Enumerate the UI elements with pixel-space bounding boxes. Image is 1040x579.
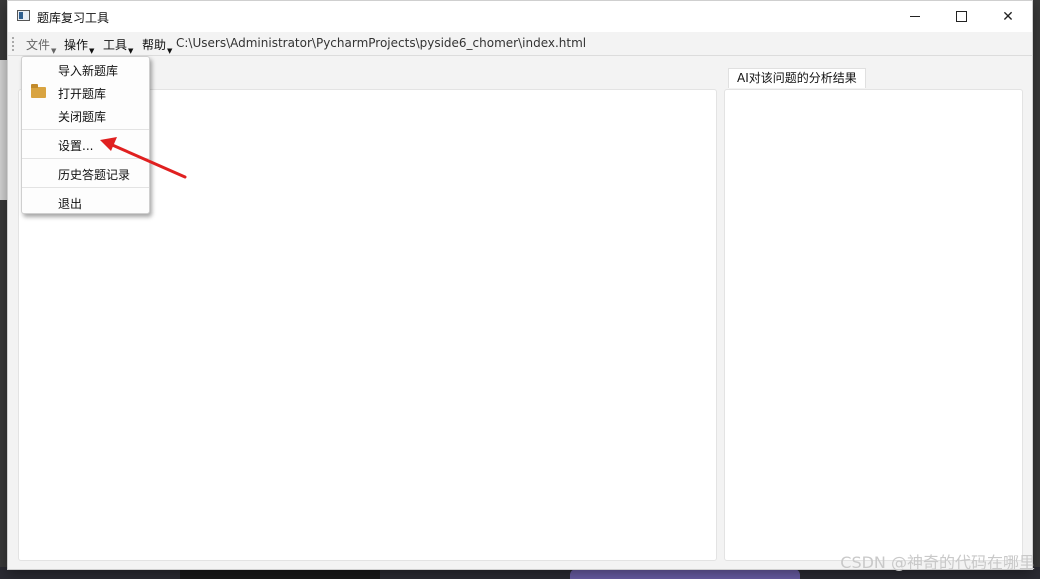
menu-separator [22,187,149,188]
menu-tools[interactable]: 工具▼ [103,36,133,55]
dropdown-caret-icon: ▼ [167,47,173,55]
folder-icon [31,84,46,98]
dropdown-caret-icon: ▼ [89,47,95,55]
ai-analysis-panel[interactable] [724,89,1023,561]
dropdown-caret-icon: ▼ [128,47,134,55]
menu-item-label: 打开题库 [58,87,107,101]
menu-item-import-bank[interactable]: 导入新题库 [22,58,149,80]
app-window: 题库复习工具 ✕ 文件▼ 操作▼ 工具▼ 帮助▼ C:\Users\Admini… [7,0,1033,570]
file-menu-dropdown: 导入新题库 打开题库 关闭题库 设置... 历史答题记录 退出 [21,56,150,214]
close-button[interactable]: ✕ [985,1,1031,32]
menu-separator [22,158,149,159]
toolbar-grip-icon[interactable] [12,37,16,51]
menu-item-label: 关闭题库 [58,110,107,124]
desktop-background-shape [180,569,380,579]
window-title: 题库复习工具 [37,11,110,25]
menu-item-settings[interactable]: 设置... [22,133,149,155]
app-icon [17,10,30,21]
desktop-background-shape [570,569,800,579]
close-icon: ✕ [1002,8,1014,25]
menu-tools-label: 工具 [103,38,128,52]
menu-operations-label: 操作 [64,38,89,52]
minimize-icon [910,16,920,17]
menu-item-close-bank[interactable]: 关闭题库 [22,104,149,126]
dropdown-caret-icon: ▼ [51,47,57,55]
menu-help[interactable]: 帮助▼ [142,36,172,55]
menu-item-open-bank[interactable]: 打开题库 [22,81,149,103]
watermark: CSDN @神奇的代码在哪里 [840,553,1035,572]
menu-item-label: 导入新题库 [58,64,119,78]
menu-item-label: 历史答题记录 [58,168,131,182]
menu-operations[interactable]: 操作▼ [64,36,94,55]
menu-separator [22,129,149,130]
title-bar[interactable]: 题库复习工具 ✕ [8,1,1032,32]
minimize-button[interactable] [892,1,938,32]
file-path-label: C:\Users\Administrator\PycharmProjects\p… [176,36,587,50]
menu-item-history[interactable]: 历史答题记录 [22,162,149,184]
menu-item-exit[interactable]: 退出 [22,191,149,213]
menu-item-label: 设置... [58,139,94,153]
maximize-icon [955,11,967,22]
menu-file-label: 文件 [26,38,51,52]
menu-file[interactable]: 文件▼ [26,36,56,55]
toolbar: 文件▼ 操作▼ 工具▼ 帮助▼ C:\Users\Administrator\P… [8,32,1032,56]
tab-ai-analysis[interactable]: AI对该问题的分析结果 [728,68,866,88]
maximize-button[interactable] [938,1,984,32]
menu-item-label: 退出 [58,197,83,211]
menu-help-label: 帮助 [142,38,167,52]
